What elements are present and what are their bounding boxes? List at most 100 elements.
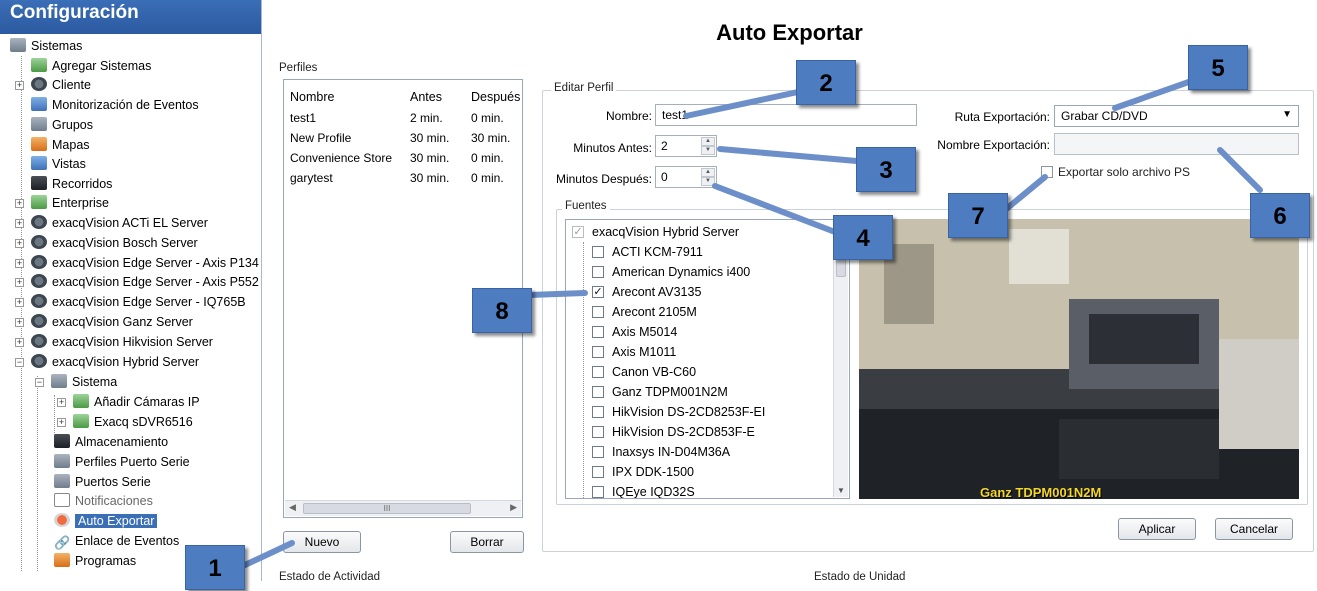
server-gear-icon xyxy=(31,294,47,308)
expand-icon[interactable]: + xyxy=(15,318,24,327)
spinner-down-icon[interactable]: ▼ xyxy=(701,146,715,155)
expand-icon[interactable]: + xyxy=(15,81,24,90)
fuente-server-item[interactable]: ✓ exacqVision Hybrid Server xyxy=(572,222,739,242)
tree-item-monitorizacion[interactable]: Monitorización de Eventos xyxy=(31,95,199,115)
collapse-icon[interactable]: − xyxy=(35,378,44,387)
tree-item-server[interactable]: + exacqVision ACTi EL Server xyxy=(15,213,208,233)
camera-checkbox[interactable] xyxy=(592,306,604,318)
expand-icon[interactable]: + xyxy=(15,219,24,228)
tree-item-almacenamiento[interactable]: Almacenamiento xyxy=(54,432,168,452)
tree-item-agregar-sistemas[interactable]: Agregar Sistemas xyxy=(31,56,151,76)
tree-item-programas[interactable]: Programas xyxy=(54,551,136,571)
aplicar-button[interactable]: Aplicar xyxy=(1118,518,1196,540)
collapse-icon[interactable]: − xyxy=(15,358,24,367)
camera-checkbox[interactable] xyxy=(592,386,604,398)
expand-icon[interactable]: + xyxy=(15,298,24,307)
expand-icon[interactable]: + xyxy=(15,338,24,347)
tree-item-exacq-sdvr[interactable]: + Exacq sDVR6516 xyxy=(57,412,193,432)
minutos-antes-spinner[interactable]: ▲ ▼ xyxy=(655,135,717,157)
tree-item-enlace-eventos[interactable]: 🔗 Enlace de Eventos xyxy=(54,531,179,551)
tree-item-hybrid-server[interactable]: − exacqVision Hybrid Server xyxy=(15,352,199,372)
spinner-up-icon[interactable]: ▲ xyxy=(701,137,715,146)
spinner-down-icon[interactable]: ▼ xyxy=(701,177,715,186)
camera-item[interactable]: HikVision DS-2CD853F-E xyxy=(592,422,755,442)
profile-row[interactable]: test1 2 min. 0 min. xyxy=(284,111,522,129)
camera-checkbox[interactable] xyxy=(592,346,604,358)
camera-checkbox-checked[interactable]: ✓ xyxy=(592,286,604,298)
minutos-antes-input[interactable] xyxy=(656,136,700,156)
expand-icon[interactable]: + xyxy=(15,239,24,248)
camera-item[interactable]: American Dynamics i400 xyxy=(592,262,750,282)
tree-item-anadir-camaras[interactable]: + Añadir Cámaras IP xyxy=(57,392,200,412)
column-header-nombre[interactable]: Nombre xyxy=(290,90,334,104)
horizontal-scrollbar[interactable]: ◀ III ▶ xyxy=(285,500,521,516)
camera-item[interactable]: IPX DDK-1500 xyxy=(592,462,694,482)
column-header-antes[interactable]: Antes xyxy=(410,90,442,104)
ruta-exportacion-select[interactable]: Grabar CD/DVD ▼ xyxy=(1054,105,1299,127)
tree-item-server[interactable]: + exacqVision Edge Server - Axis P134 xyxy=(15,253,259,273)
camera-item[interactable]: IQEye IQD32S xyxy=(592,482,695,498)
tree-item-sistemas[interactable]: Sistemas xyxy=(10,36,82,56)
tree-item-server[interactable]: + exacqVision Edge Server - Axis P552 xyxy=(15,272,259,292)
tree-item-notificaciones[interactable]: Notificaciones xyxy=(54,491,153,511)
scroll-thumb[interactable]: III xyxy=(303,503,471,514)
camera-item[interactable]: Inaxsys IN-D04M36A xyxy=(592,442,730,462)
camera-item[interactable]: HikVision DS-2CD8253F-EI xyxy=(592,402,765,422)
minutos-despues-input[interactable] xyxy=(656,167,700,187)
annotation-badge-2: 2 xyxy=(796,60,856,105)
expand-icon[interactable]: + xyxy=(57,418,66,427)
tree-item-enterprise[interactable]: + Enterprise xyxy=(15,193,109,213)
camera-item[interactable]: Ganz TDPM001N2M xyxy=(592,382,728,402)
tree-item-vistas[interactable]: Vistas xyxy=(31,154,86,174)
expand-icon[interactable]: + xyxy=(15,259,24,268)
scroll-right-icon[interactable]: ▶ xyxy=(510,502,517,513)
camera-checkbox[interactable] xyxy=(592,326,604,338)
camera-item[interactable]: ✓ Arecont AV3135 xyxy=(592,282,701,302)
profile-row[interactable]: Convenience Store 30 min. 0 min. xyxy=(284,151,522,169)
expand-icon[interactable]: + xyxy=(57,398,66,407)
tree-item-server[interactable]: + exacqVision Hikvision Server xyxy=(15,332,213,352)
tree-item-cliente[interactable]: + Cliente xyxy=(15,75,91,95)
camera-item[interactable]: ACTI KCM-7911 xyxy=(592,242,703,262)
spinner-up-icon[interactable]: ▲ xyxy=(701,168,715,177)
expand-icon[interactable]: + xyxy=(15,278,24,287)
camera-checkbox[interactable] xyxy=(592,426,604,438)
expand-icon[interactable]: + xyxy=(15,199,24,208)
camera-item[interactable]: Canon VB-C60 xyxy=(592,362,696,382)
tree-item-sistema[interactable]: − Sistema xyxy=(35,372,117,392)
vertical-scrollbar[interactable]: ▼ xyxy=(833,221,848,497)
scroll-down-icon[interactable]: ▼ xyxy=(837,486,845,495)
tree-item-server[interactable]: + exacqVision Ganz Server xyxy=(15,312,193,332)
tree-item-mapas[interactable]: Mapas xyxy=(31,135,90,155)
tree-item-recorridos[interactable]: Recorridos xyxy=(31,174,112,194)
camera-checkbox[interactable] xyxy=(592,446,604,458)
camera-item[interactable]: Axis M5014 xyxy=(592,322,677,342)
camera-checkbox[interactable] xyxy=(592,366,604,378)
tree-item-perfiles-puerto-serie[interactable]: Perfiles Puerto Serie xyxy=(54,452,190,472)
camera-checkbox[interactable] xyxy=(592,246,604,258)
column-header-despues[interactable]: Después xyxy=(471,90,520,104)
profile-row[interactable]: New Profile 30 min. 30 min. xyxy=(284,131,522,149)
tree-item-puertos-serie[interactable]: Puertos Serie xyxy=(54,472,151,492)
tree-item-server[interactable]: + exacqVision Bosch Server xyxy=(15,233,198,253)
scroll-left-icon[interactable]: ◀ xyxy=(289,502,296,513)
camera-checkbox[interactable] xyxy=(592,266,604,278)
camera-item[interactable]: Axis M1011 xyxy=(592,342,676,362)
tree-item-server[interactable]: + exacqVision Edge Server - IQ765B xyxy=(15,292,246,312)
nuevo-button[interactable]: Nuevo xyxy=(283,531,361,553)
camera-checkbox[interactable] xyxy=(592,406,604,418)
tree-item-grupos[interactable]: Grupos xyxy=(31,115,93,135)
cancelar-button[interactable]: Cancelar xyxy=(1215,518,1293,540)
profile-row[interactable]: garytest 30 min. 0 min. xyxy=(284,171,522,189)
nombre-exportacion-input[interactable] xyxy=(1054,133,1299,155)
serial-profile-icon xyxy=(54,454,70,468)
camera-checkbox[interactable] xyxy=(592,486,604,498)
camera-item[interactable]: Arecont 2105M xyxy=(592,302,697,322)
borrar-button[interactable]: Borrar xyxy=(450,531,524,553)
nombre-input[interactable] xyxy=(655,104,917,126)
exportar-ps-checkbox[interactable] xyxy=(1041,166,1053,178)
server-checkbox[interactable]: ✓ xyxy=(572,226,584,238)
minutos-despues-spinner[interactable]: ▲ ▼ xyxy=(655,166,717,188)
camera-checkbox[interactable] xyxy=(592,466,604,478)
tree-item-auto-exportar[interactable]: Auto Exportar xyxy=(54,511,158,531)
